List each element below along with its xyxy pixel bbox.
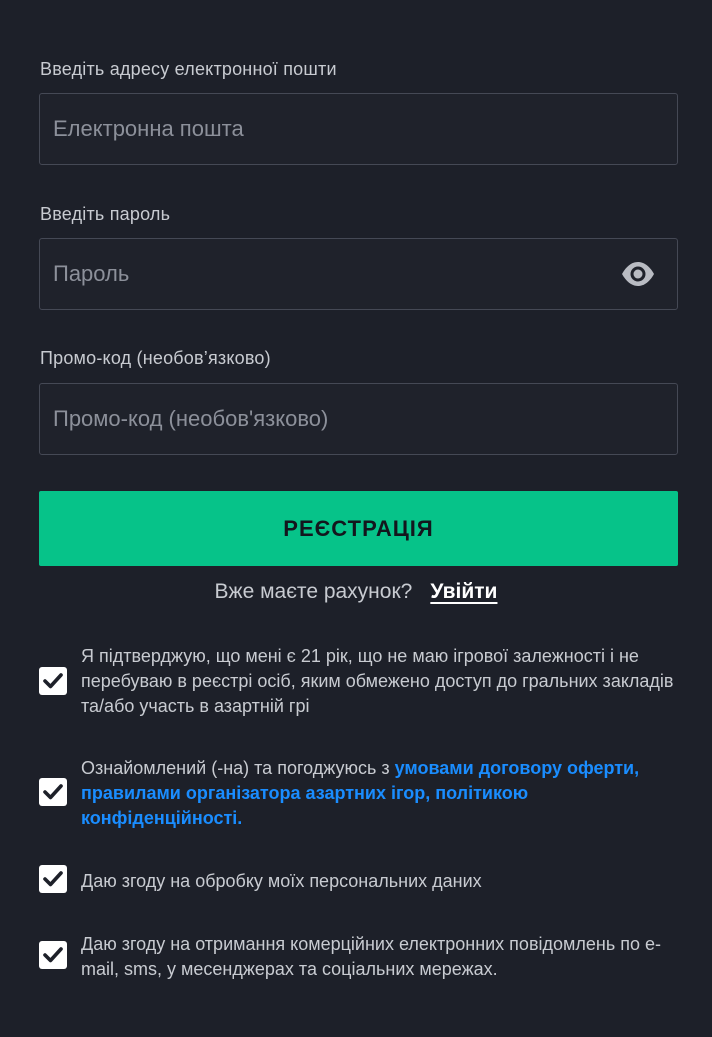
checkmark-icon (43, 784, 63, 800)
password-field-box (39, 238, 678, 310)
consent-marketing-text: Даю згоду на отримання комерційних елект… (81, 934, 661, 979)
consent-age-text: Я підтверджую, що мені є 21 рік, що не м… (81, 646, 674, 716)
consent-age-checkbox[interactable] (39, 667, 67, 695)
have-account-text: Вже маєте рахунок? (214, 580, 413, 603)
promo-label: Промо-код (необов’язково) (40, 348, 271, 368)
email-input[interactable] (40, 94, 677, 164)
checkmark-icon (43, 947, 63, 963)
email-field-box (39, 93, 678, 165)
consent-personal-data-checkbox[interactable] (39, 865, 67, 893)
consent-terms-prefix: Ознайомлений (-на) та погоджуюсь з (81, 758, 395, 778)
checkmark-icon (43, 673, 63, 689)
eye-icon[interactable] (621, 261, 655, 287)
password-input[interactable] (40, 239, 677, 309)
login-link[interactable]: Увійти (430, 580, 497, 603)
registration-form: Введіть адресу електронної пошти Введіть… (0, 0, 712, 1037)
email-label: Введіть адресу електронної пошти (40, 59, 337, 79)
register-button[interactable]: РЕЄСТРАЦІЯ (39, 491, 678, 566)
promo-code-input[interactable] (40, 384, 677, 454)
checkmark-icon (43, 871, 63, 887)
login-prompt: Вже маєте рахунок? Увійти (0, 580, 712, 604)
password-label: Введіть пароль (40, 204, 171, 224)
consent-terms-checkbox[interactable] (39, 778, 67, 806)
consent-personal-data-text: Даю згоду на обробку моїх персональних д… (81, 871, 482, 891)
consent-marketing-checkbox[interactable] (39, 941, 67, 969)
consent-terms-text: Ознайомлений (-на) та погоджуюсь з умова… (81, 756, 681, 831)
promo-field-box (39, 383, 678, 455)
